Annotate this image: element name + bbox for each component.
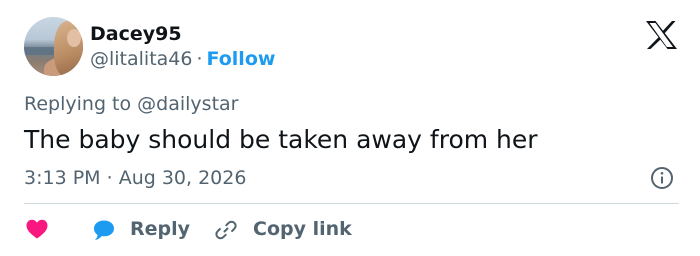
embedded-tweet-card: Dacey95 @litalita46 · Follow Replying to @… — [0, 0, 700, 256]
tweet-text: The baby should be taken away from her — [24, 125, 538, 154]
display-name[interactable]: Dacey95 — [90, 22, 182, 46]
info-icon[interactable] — [650, 166, 674, 190]
timestamp[interactable]: 3:13 PM · Aug 30, 2026 — [24, 166, 246, 190]
replying-to-prefix: Replying to — [24, 93, 132, 115]
copy-link-label: Copy link — [253, 218, 352, 240]
follow-button[interactable]: Follow — [207, 48, 276, 70]
handle-line: @litalita46 · Follow — [90, 47, 275, 71]
tweet-date: Aug 30, 2026 — [118, 167, 247, 189]
avatar-face — [67, 29, 81, 47]
handle-separator: · — [196, 48, 203, 70]
heart-icon[interactable] — [26, 219, 48, 239]
link-icon — [215, 220, 237, 240]
timestamp-separator: · — [106, 167, 113, 189]
x-logo-icon[interactable] — [645, 20, 678, 50]
reply-label: Reply — [130, 218, 191, 240]
replying-to-mention[interactable]: @dailystar — [137, 93, 238, 115]
replying-to: Replying to @dailystar — [24, 92, 238, 116]
avatar-hair — [54, 21, 83, 76]
avatar[interactable] — [24, 17, 83, 76]
user-handle[interactable]: @litalita46 — [90, 48, 192, 70]
tweet-time: 3:13 PM — [24, 167, 101, 189]
speech-bubble-icon — [94, 220, 114, 240]
divider — [24, 203, 679, 204]
